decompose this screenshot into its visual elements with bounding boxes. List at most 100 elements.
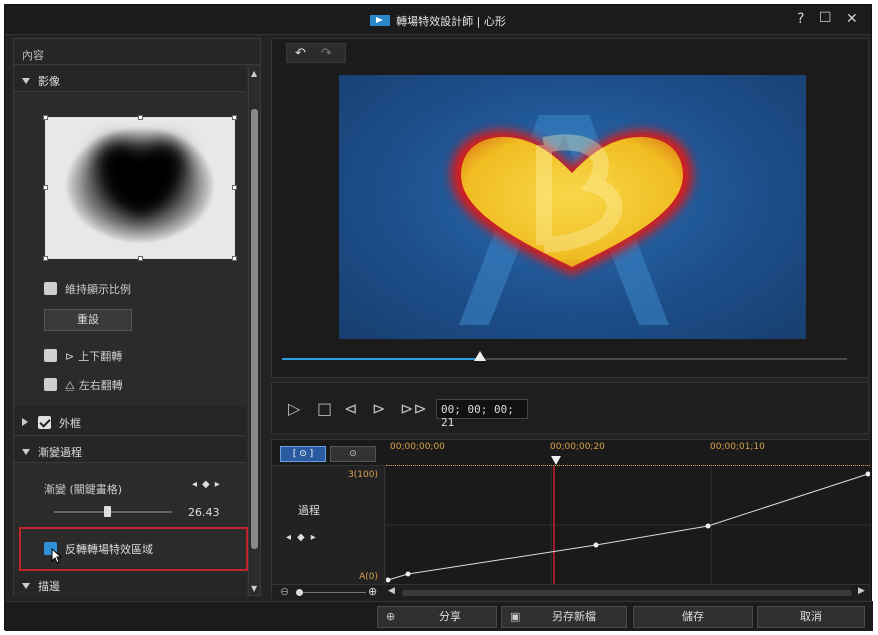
panel-header: 內容 <box>14 39 260 65</box>
maximize-button[interactable]: ☐ <box>819 11 832 25</box>
flip-horizontal-row[interactable]: ⧋ 左右翻轉 <box>44 377 123 393</box>
slider-thumb[interactable] <box>104 506 112 517</box>
play-icon[interactable]: ▷ <box>288 401 300 417</box>
save-as-label: 另存新檔 <box>552 610 596 623</box>
resize-handle[interactable] <box>232 185 237 190</box>
keyframe-timeline: [ ⊙ ] ⊙ 00;00;00;00 00;00;00;20 00;00;01… <box>271 439 871 600</box>
preview-graphic <box>451 115 693 325</box>
panel-scrollbar[interactable]: ▲ ▼ <box>248 67 260 595</box>
keyframe-curve[interactable] <box>385 466 871 584</box>
reset-button[interactable]: 重設 <box>44 309 132 331</box>
border-checkbox[interactable] <box>38 416 51 429</box>
highlight-box <box>19 527 248 571</box>
save-button[interactable]: 儲存 <box>633 606 753 628</box>
track-label: 過程 <box>298 504 320 517</box>
section-image-label: 影像 <box>38 75 60 88</box>
properties-panel: 內容 影像 維持顯示比例 重設 ⊳ 上下翻轉 ⧋ 左右翻轉 外框 漸變過程 漸變… <box>13 38 261 597</box>
section-stroke-label: 描邊 <box>38 580 60 593</box>
video-preview <box>339 75 806 339</box>
section-image[interactable]: 影像 <box>14 66 246 92</box>
scroll-left-icon[interactable]: ◀ <box>388 586 395 596</box>
scroll-thumb[interactable] <box>251 109 258 549</box>
transition-slider[interactable] <box>54 506 172 517</box>
help-button[interactable]: ? <box>797 12 804 26</box>
timeline-zoom-bar: ⊖ ⊕ ◀ ▶ <box>272 584 870 600</box>
flip-vertical-checkbox[interactable] <box>44 349 57 362</box>
title-bar: 轉場特效設計師 | 心形 ? ☐ ✕ <box>5 5 871 35</box>
timecode-display: 00; 00; 00; 21 <box>436 399 528 429</box>
resize-handle[interactable] <box>138 115 143 120</box>
seek-thumb[interactable] <box>473 351 486 361</box>
flip-vertical-row[interactable]: ⊳ 上下翻轉 <box>44 348 122 364</box>
window-title-text: 轉場特效設計師 | 心形 <box>396 15 506 28</box>
section-border[interactable]: 外框 <box>14 406 246 436</box>
resize-handle[interactable] <box>43 185 48 190</box>
stop-icon[interactable]: □ <box>317 401 332 417</box>
ruler-label: 00;00;01;10 <box>710 442 765 452</box>
transition-label: 漸變 (關鍵畫格) <box>44 483 123 496</box>
collapse-arrow-icon <box>22 449 30 455</box>
section-transition[interactable]: 漸變過程 <box>14 437 246 463</box>
heart-mask-shape <box>95 140 187 219</box>
zoom-slider[interactable] <box>296 589 366 596</box>
playback-controls: ▷ □ ⊲ ⊳ ⊳⊳ 00; 00; 00; 21 <box>271 382 869 434</box>
share-label: 分享 <box>439 610 461 623</box>
track-header: 過程 ◂◆▸ 3(100) A(0) <box>272 466 385 584</box>
keep-ratio-checkbox[interactable] <box>44 282 57 295</box>
flip-horizontal-checkbox[interactable] <box>44 378 57 391</box>
y-min-label: A(0) <box>359 572 378 582</box>
disk-icon: ▣ <box>510 610 521 623</box>
keyframe-graph[interactable] <box>385 466 871 584</box>
transition-value: 26.43 <box>188 506 220 519</box>
flip-vertical-label: 上下翻轉 <box>78 350 123 363</box>
save-as-button[interactable]: ▣ 另存新檔 <box>501 606 627 628</box>
tab-keyframe[interactable]: [ ⊙ ] <box>280 446 326 462</box>
scroll-right-icon[interactable]: ▶ <box>858 586 865 596</box>
collapse-arrow-icon <box>22 583 30 589</box>
flip-horizontal-icon: ⧋ <box>65 379 75 392</box>
section-stroke[interactable]: 描邊 <box>14 571 246 597</box>
playhead-marker[interactable] <box>551 456 561 465</box>
seek-progress <box>282 358 480 360</box>
keep-ratio-row[interactable]: 維持顯示比例 <box>44 281 131 297</box>
zoom-thumb[interactable] <box>296 589 303 596</box>
app-logo-icon <box>370 15 391 26</box>
flip-horizontal-label: 左右翻轉 <box>78 379 123 392</box>
timeline-header: [ ⊙ ] ⊙ 00;00;00;00 00;00;00;20 00;00;01… <box>272 440 870 466</box>
tab-clip[interactable]: ⊙ <box>330 446 376 462</box>
next-frame-icon[interactable]: ⊳ <box>372 401 385 417</box>
timeline-scrollbar[interactable] <box>402 590 852 596</box>
close-button[interactable]: ✕ <box>846 12 858 26</box>
seek-bar[interactable] <box>282 351 847 361</box>
y-max-label: 3(100) <box>348 470 378 480</box>
resize-handle[interactable] <box>43 256 48 261</box>
collapse-arrow-icon <box>22 78 30 84</box>
ruler-label: 00;00;00;20 <box>550 442 605 452</box>
scroll-up-icon[interactable]: ▲ <box>251 69 257 78</box>
scroll-down-icon[interactable]: ▼ <box>251 584 257 593</box>
mask-image-preview[interactable] <box>43 115 237 261</box>
share-button[interactable]: ⊕ 分享 <box>377 606 497 628</box>
preview-area: ↶ ↷ <box>271 38 869 378</box>
resize-handle[interactable] <box>138 256 143 261</box>
resize-handle[interactable] <box>232 115 237 120</box>
cancel-button[interactable]: 取消 <box>757 606 865 628</box>
zoom-out-icon[interactable]: ⊖ <box>280 585 289 598</box>
bottom-bar: ⊕ 分享 ▣ 另存新檔 儲存 取消 <box>5 601 873 631</box>
fast-forward-icon[interactable]: ⊳⊳ <box>400 401 427 417</box>
globe-icon: ⊕ <box>386 610 396 623</box>
resize-handle[interactable] <box>43 115 48 120</box>
window-title: 轉場特效設計師 | 心形 <box>5 13 871 29</box>
keyframe-nav-icon[interactable]: ◂◆▸ <box>192 479 225 490</box>
keyframe-nav-icon[interactable]: ◂◆▸ <box>286 532 322 543</box>
previous-frame-icon[interactable]: ⊲ <box>344 401 357 417</box>
keep-ratio-label: 維持顯示比例 <box>65 283 131 296</box>
flip-vertical-icon: ⊳ <box>65 350 75 363</box>
time-ruler[interactable]: 00;00;00;00 00;00;00;20 00;00;01;10 <box>386 440 870 466</box>
zoom-in-icon[interactable]: ⊕ <box>368 585 377 598</box>
undo-icon[interactable]: ↶ <box>295 46 306 61</box>
resize-handle[interactable] <box>232 256 237 261</box>
redo-icon[interactable]: ↷ <box>321 46 332 61</box>
section-transition-label: 漸變過程 <box>38 446 82 459</box>
section-border-label: 外框 <box>59 417 81 430</box>
